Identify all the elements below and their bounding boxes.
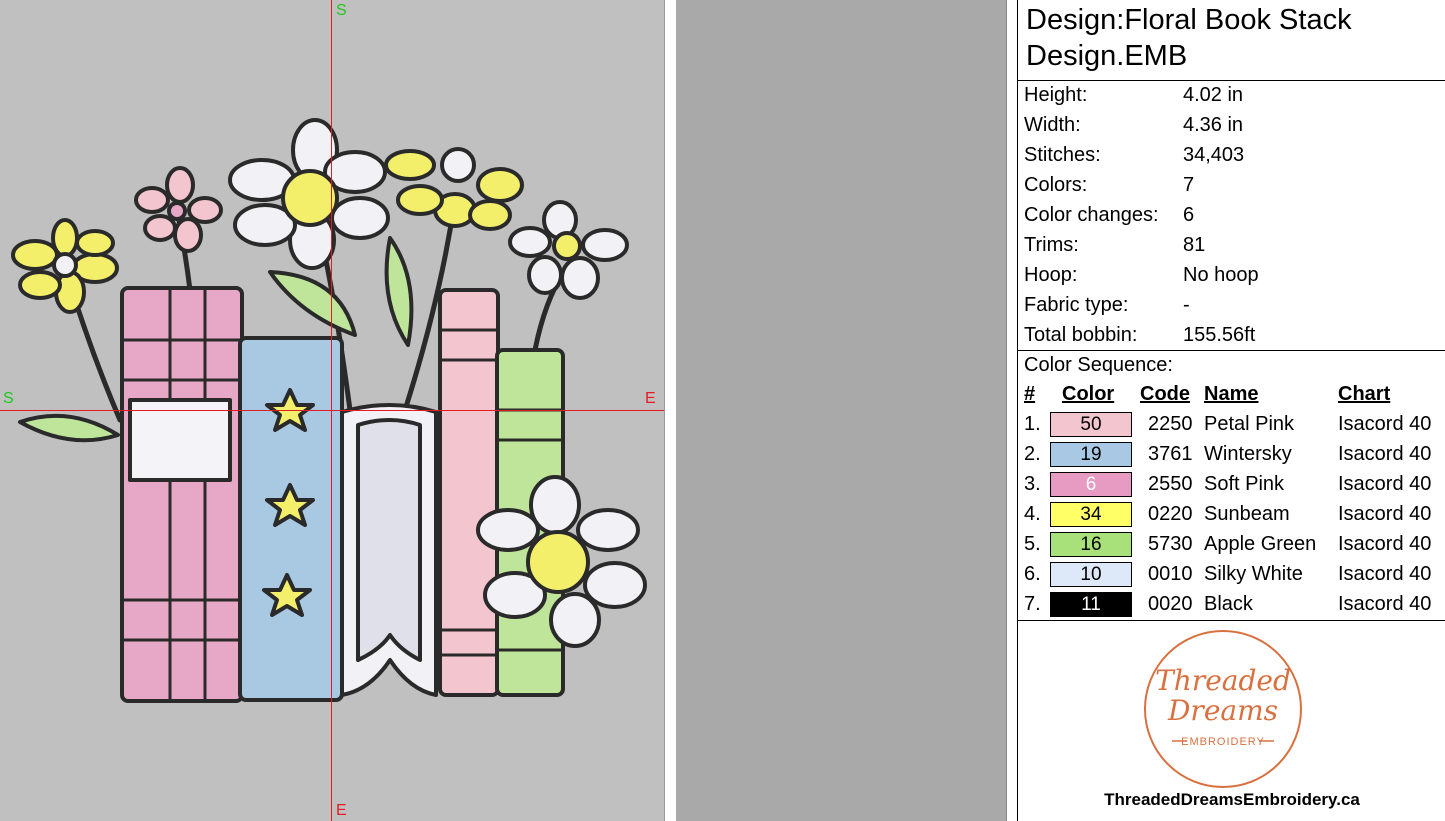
prop-value-total-bobbin: 155.56ft xyxy=(1183,324,1256,346)
thread-chart: Isacord 40 xyxy=(1338,563,1432,585)
thread-code: 2250 xyxy=(1148,413,1193,435)
logo-text-dreams: Dreams xyxy=(1167,694,1278,727)
row-number: 6. xyxy=(1024,563,1041,585)
prop-label-total-bobbin: Total bobbin: xyxy=(1024,324,1138,346)
divider xyxy=(1018,350,1445,351)
pane-divider-right[interactable] xyxy=(1006,0,1017,821)
prop-label-trims: Trims: xyxy=(1024,234,1079,256)
thread-code: 0220 xyxy=(1148,503,1193,525)
col-header-num: # xyxy=(1024,383,1036,405)
color-sequence-row: 2. 19 3761 Wintersky Isacord 40 xyxy=(1018,440,1445,470)
color-swatch: 10 xyxy=(1050,562,1132,587)
color-sequence-row: 6. 10 0010 Silky White Isacord 40 xyxy=(1018,560,1445,590)
thread-code: 0020 xyxy=(1148,593,1193,615)
prop-value-fabric-type: - xyxy=(1183,294,1190,316)
thread-code: 3761 xyxy=(1148,443,1193,465)
design-title-line1: Design:Floral Book Stack xyxy=(1026,4,1352,36)
col-header-color: Color xyxy=(1062,383,1115,405)
thread-code: 0010 xyxy=(1148,563,1193,585)
start-marker-left: S xyxy=(3,390,14,407)
logo-text-embroidery: EMBROIDERY xyxy=(1181,736,1265,748)
color-sequence-row: 1. 50 2250 Petal Pink Isacord 40 xyxy=(1018,410,1445,440)
color-swatch: 6 xyxy=(1050,472,1132,497)
threaded-dreams-logo: Threaded Dreams EMBROIDERY xyxy=(1144,630,1302,788)
row-number: 7. xyxy=(1024,593,1041,615)
row-number: 1. xyxy=(1024,413,1041,435)
thread-chart: Isacord 40 xyxy=(1338,473,1432,495)
thread-name: Black xyxy=(1204,593,1253,615)
col-header-name: Name xyxy=(1204,383,1259,405)
thread-chart: Isacord 40 xyxy=(1338,593,1432,615)
col-header-chart: Chart xyxy=(1338,383,1391,405)
design-info-panel: Design:Floral Book Stack Design.EMB Heig… xyxy=(1017,0,1445,821)
thread-code: 5730 xyxy=(1148,533,1193,555)
prop-label-stitches: Stitches: xyxy=(1024,144,1101,166)
color-swatch: 16 xyxy=(1050,532,1132,557)
thread-name: Wintersky xyxy=(1204,443,1292,465)
row-number: 4. xyxy=(1024,503,1041,525)
prop-value-stitches: 34,403 xyxy=(1183,144,1245,166)
divider xyxy=(1018,620,1445,621)
prop-label-width: Width: xyxy=(1024,114,1081,136)
thread-chart: Isacord 40 xyxy=(1338,413,1432,435)
prop-value-colors: 7 xyxy=(1183,174,1195,196)
thread-name: Silky White xyxy=(1204,563,1303,585)
color-sequence-row: 5. 16 5730 Apple Green Isacord 40 xyxy=(1018,530,1445,560)
divider xyxy=(1018,80,1445,81)
thread-chart: Isacord 40 xyxy=(1338,443,1432,465)
design-canvas[interactable]: S E S E xyxy=(0,0,664,821)
row-number: 5. xyxy=(1024,533,1041,555)
thread-name: Soft Pink xyxy=(1204,473,1285,495)
color-swatch: 50 xyxy=(1050,412,1132,437)
color-sequence-heading: Color Sequence: xyxy=(1024,354,1173,376)
color-sequence-row: 3. 6 2550 Soft Pink Isacord 40 xyxy=(1018,470,1445,500)
prop-value-color-changes: 6 xyxy=(1183,204,1195,226)
prop-value-hoop: No hoop xyxy=(1183,264,1259,286)
color-swatch: 34 xyxy=(1050,502,1132,527)
crosshair-horizontal xyxy=(0,410,664,411)
prop-value-trims: 81 xyxy=(1183,234,1206,256)
prop-value-width: 4.36 in xyxy=(1183,114,1244,136)
prop-label-hoop: Hoop: xyxy=(1024,264,1078,286)
row-number: 2. xyxy=(1024,443,1041,465)
end-marker-right: E xyxy=(645,390,656,407)
thread-chart: Isacord 40 xyxy=(1338,503,1432,525)
row-number: 3. xyxy=(1024,473,1041,495)
color-sequence-row: 4. 34 0220 Sunbeam Isacord 40 xyxy=(1018,500,1445,530)
color-sequence-row: 7. 11 0020 Black Isacord 40 xyxy=(1018,590,1445,620)
prop-label-height: Height: xyxy=(1024,84,1088,106)
design-title: Design:Floral Book Stack Design.EMB xyxy=(1026,2,1352,74)
thread-chart: Isacord 40 xyxy=(1338,533,1432,555)
end-marker-bottom: E xyxy=(336,802,347,819)
color-swatch: 19 xyxy=(1050,442,1132,467)
thread-name: Apple Green xyxy=(1204,533,1317,555)
prop-label-colors: Colors: xyxy=(1024,174,1088,196)
prop-value-height: 4.02 in xyxy=(1183,84,1244,106)
col-header-code: Code xyxy=(1140,383,1190,405)
color-swatch: 11 xyxy=(1050,592,1132,617)
prop-label-fabric-type: Fabric type: xyxy=(1024,294,1129,316)
logo-text-threaded: Threaded xyxy=(1155,664,1291,697)
design-title-line2: Design.EMB xyxy=(1026,40,1188,72)
thread-name: Sunbeam xyxy=(1204,503,1290,525)
website-link[interactable]: ThreadedDreamsEmbroidery.ca xyxy=(1018,790,1445,810)
thread-code: 2550 xyxy=(1148,473,1193,495)
thread-name: Petal Pink xyxy=(1204,413,1295,435)
prop-label-color-changes: Color changes: xyxy=(1024,204,1159,226)
start-marker-top: S xyxy=(336,2,347,19)
empty-workspace xyxy=(676,0,1006,821)
